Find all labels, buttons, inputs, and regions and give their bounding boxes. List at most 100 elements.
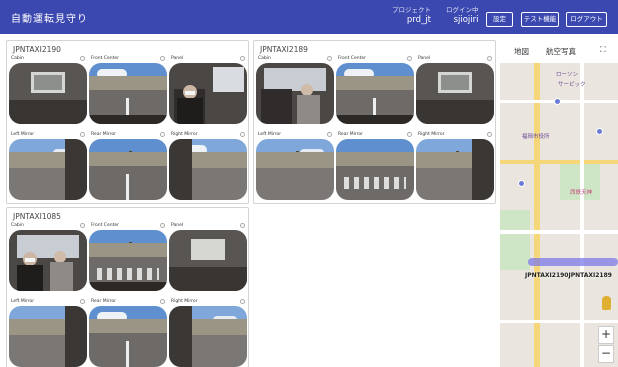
camera-right-mirror[interactable]: Right Mirror <box>416 131 494 200</box>
camera-image <box>416 139 494 200</box>
camera-label: Front Center <box>91 56 119 61</box>
expand-icon[interactable] <box>327 132 332 137</box>
map-pin-icon[interactable] <box>596 128 603 135</box>
camera-front-center[interactable]: Front Center <box>89 222 167 291</box>
project-info: プロジェクト prd_jt <box>392 6 431 25</box>
map-label: 福岡市役所 <box>522 134 550 140</box>
camera-image <box>169 230 247 291</box>
project-value: prd_jt <box>406 15 431 25</box>
camera-image <box>89 230 167 291</box>
settings-button[interactable]: 設定 <box>486 12 513 27</box>
camera-label: Left Mirror <box>11 299 35 304</box>
fullscreen-icon[interactable]: ⛶ <box>600 45 610 55</box>
camera-panel[interactable]: Panel <box>169 55 247 124</box>
header-bar: 自動運転見守り プロジェクト prd_jt ログイン中 sjiojiri 設定 … <box>0 0 618 34</box>
zoom-in-button[interactable]: + <box>598 326 614 344</box>
map-road <box>500 230 618 234</box>
expand-icon[interactable] <box>240 56 245 61</box>
camera-image <box>169 139 247 200</box>
camera-image <box>89 139 167 200</box>
camera-image <box>9 306 87 367</box>
camera-label: Left Mirror <box>258 132 282 137</box>
camera-left-mirror[interactable]: Left Mirror <box>256 131 334 200</box>
camera-label: Rear Mirror <box>91 299 116 304</box>
map-tabs: 地図 航空写真 ⛶ <box>500 40 618 63</box>
camera-rear-mirror[interactable]: Rear Mirror <box>89 131 167 200</box>
map-pin-icon[interactable] <box>554 98 561 105</box>
test-feature-button[interactable]: テスト機能 <box>521 12 559 27</box>
zoom-out-button[interactable]: − <box>598 345 614 363</box>
camera-label: Panel <box>171 223 184 228</box>
user-label: ログイン中 <box>446 6 479 14</box>
map-road-main <box>500 160 618 164</box>
car-panel-3: JPNTAXI1085 Cabin Front Center Panel Lef… <box>6 207 249 367</box>
map-road <box>500 320 618 323</box>
camera-right-mirror[interactable]: Right Mirror <box>169 131 247 200</box>
map-label: 西鉄天神 <box>570 190 593 196</box>
camera-front-center[interactable]: Front Center <box>89 55 167 124</box>
camera-label: Right Mirror <box>171 299 198 304</box>
camera-left-mirror[interactable]: Left Mirror <box>9 298 87 367</box>
vehicle-route <box>528 258 618 266</box>
camera-label: Left Mirror <box>11 132 35 137</box>
expand-icon[interactable] <box>160 223 165 228</box>
camera-image <box>256 139 334 200</box>
camera-label: Cabin <box>11 223 24 228</box>
camera-image <box>9 230 87 291</box>
map-pin-icon[interactable] <box>518 180 525 187</box>
expand-icon[interactable] <box>160 299 165 304</box>
map-park <box>500 210 530 270</box>
camera-right-mirror[interactable]: Right Mirror <box>169 298 247 367</box>
camera-cabin[interactable]: Cabin <box>256 55 334 124</box>
camera-label: Front Center <box>91 223 119 228</box>
map-label: サーピック <box>558 82 586 88</box>
camera-front-center[interactable]: Front Center <box>336 55 414 124</box>
camera-panel[interactable]: Panel <box>416 55 494 124</box>
expand-icon[interactable] <box>80 299 85 304</box>
expand-icon[interactable] <box>80 56 85 61</box>
camera-image <box>416 63 494 124</box>
expand-icon[interactable] <box>240 223 245 228</box>
camera-image <box>9 139 87 200</box>
car-name: JPNTAXI2189 <box>260 45 308 54</box>
expand-icon[interactable] <box>240 299 245 304</box>
camera-label: Cabin <box>11 56 24 61</box>
expand-icon[interactable] <box>80 223 85 228</box>
car-name: JPNTAXI1085 <box>13 212 61 221</box>
camera-image <box>256 63 334 124</box>
camera-label: Rear Mirror <box>91 132 116 137</box>
user-info: ログイン中 sjiojiri <box>446 6 479 25</box>
project-label: プロジェクト <box>392 6 431 14</box>
expand-icon[interactable] <box>327 56 332 61</box>
pegman-icon[interactable] <box>602 296 611 310</box>
expand-icon[interactable] <box>80 132 85 137</box>
expand-icon[interactable] <box>407 132 412 137</box>
tab-map[interactable]: 地図 <box>514 46 529 57</box>
expand-icon[interactable] <box>240 132 245 137</box>
expand-icon[interactable] <box>160 132 165 137</box>
camera-rear-mirror[interactable]: Rear Mirror <box>336 131 414 200</box>
camera-image <box>169 63 247 124</box>
logout-button[interactable]: ログアウト <box>566 12 607 27</box>
camera-label: Rear Mirror <box>338 132 363 137</box>
expand-icon[interactable] <box>487 56 492 61</box>
camera-label: Cabin <box>258 56 271 61</box>
camera-label: Panel <box>418 56 431 61</box>
camera-rear-mirror[interactable]: Rear Mirror <box>89 298 167 367</box>
car-panel-2: JPNTAXI2189 Cabin Front Center Panel Lef… <box>253 40 496 204</box>
user-value: sjiojiri <box>453 15 479 25</box>
camera-left-mirror[interactable]: Left Mirror <box>9 131 87 200</box>
expand-icon[interactable] <box>160 56 165 61</box>
car-marker-label[interactable]: JPNTAXI2190JPNTAXI2189 <box>525 272 612 279</box>
car-name: JPNTAXI2190 <box>13 45 61 54</box>
expand-icon[interactable] <box>487 132 492 137</box>
map-label: ローソン <box>556 72 579 78</box>
map-panel[interactable]: ローソン サーピック 福岡市役所 西鉄天神 地図 航空写真 ⛶ <box>500 40 618 367</box>
camera-panel[interactable]: Panel <box>169 222 247 291</box>
expand-icon[interactable] <box>407 56 412 61</box>
app-title: 自動運転見守り <box>11 14 88 25</box>
camera-label: Front Center <box>338 56 366 61</box>
camera-cabin[interactable]: Cabin <box>9 55 87 124</box>
tab-satellite[interactable]: 航空写真 <box>546 46 576 57</box>
camera-cabin[interactable]: Cabin <box>9 222 87 291</box>
